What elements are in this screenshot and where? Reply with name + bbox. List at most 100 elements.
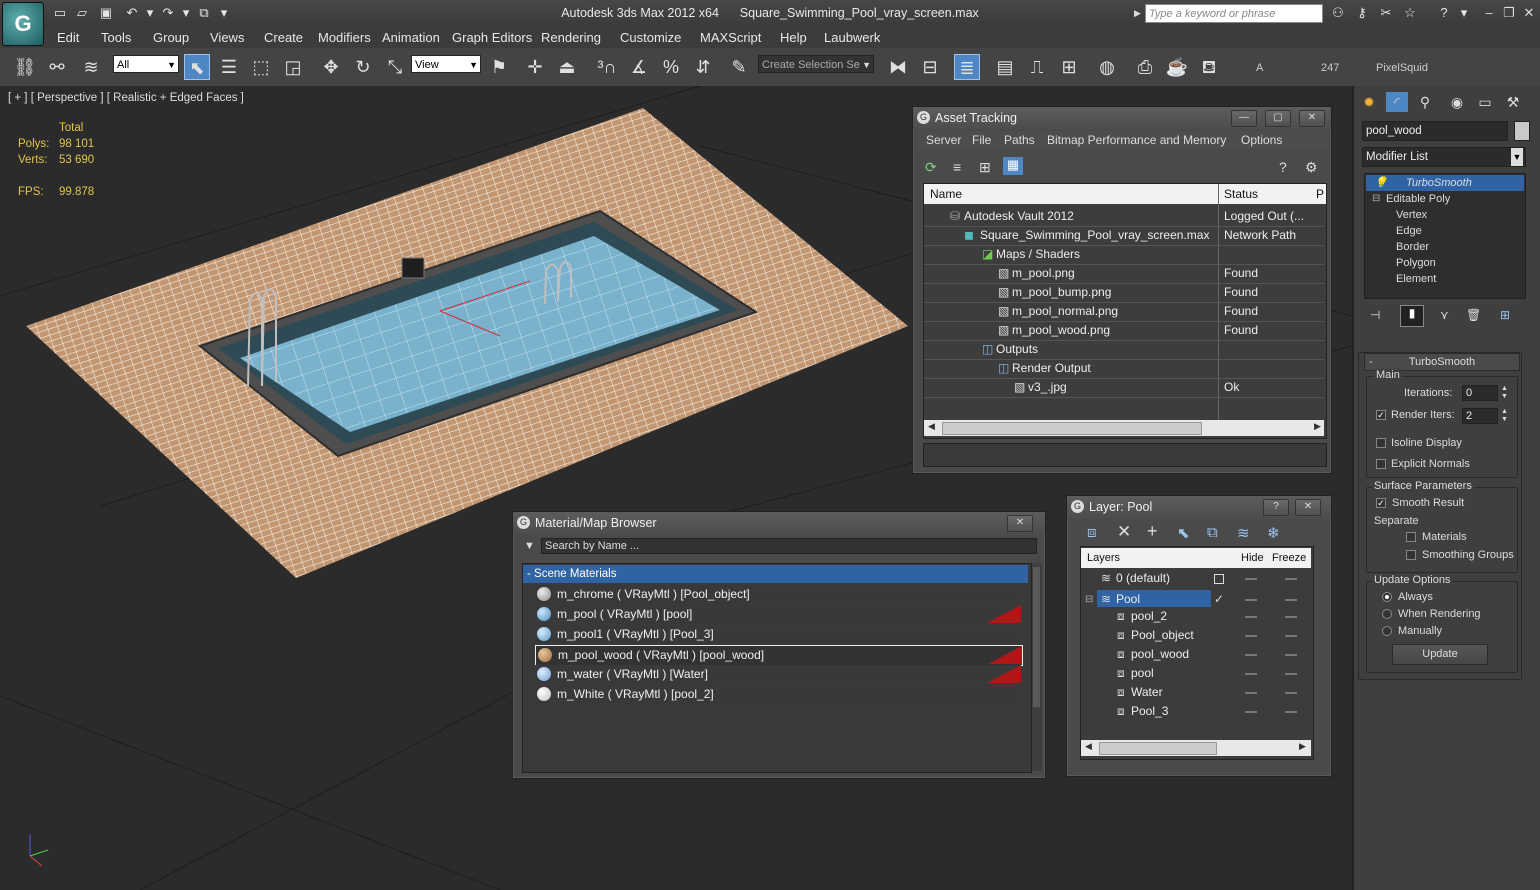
hide-toggle[interactable] <box>1245 635 1257 637</box>
hide-all-layers-icon[interactable]: ≋ <box>1237 524 1250 542</box>
menu-animation[interactable]: Animation <box>382 30 440 45</box>
scrollbar-thumb[interactable] <box>942 422 1202 435</box>
layer-horizontal-scrollbar[interactable]: ◀ ▶ <box>1081 740 1311 756</box>
separate-materials-checkbox[interactable] <box>1406 532 1416 542</box>
binoculars-icon[interactable]: ⚇ <box>1330 6 1346 20</box>
select-and-rotate-icon[interactable]: ↻ <box>350 54 376 80</box>
edit-named-selection-icon[interactable]: ✎ <box>726 54 752 80</box>
maximize-button[interactable]: ▢ <box>1265 110 1291 127</box>
asset-row[interactable]: ▧ m_pool_normal.png Found <box>924 302 1324 322</box>
spinner-arrows-icon[interactable]: ▲ ▼ <box>1501 385 1508 401</box>
material-editor-icon[interactable]: ◍ <box>1094 54 1120 80</box>
help-button[interactable]: ? <box>1263 499 1289 516</box>
layer-row[interactable]: ≋ 0 (default) <box>1083 569 1311 588</box>
add-to-layer-icon[interactable]: + <box>1147 521 1158 542</box>
menu-tools[interactable]: Tools <box>101 30 131 45</box>
undo-dropdown-icon[interactable]: ▾ <box>142 6 158 20</box>
collapse-icon[interactable]: ⊟ <box>1372 191 1380 207</box>
freeze-toggle[interactable] <box>1285 616 1297 618</box>
show-end-result-icon[interactable]: ▮ <box>1400 305 1424 327</box>
select-and-move-icon[interactable]: ✥ <box>318 54 344 80</box>
list-view-icon[interactable]: ≡ <box>953 159 961 175</box>
layer-row[interactable]: ⧈ pool_wood <box>1083 645 1311 664</box>
asset-path-field[interactable] <box>923 443 1327 467</box>
search-expand-icon[interactable]: ▶ <box>1134 8 1141 19</box>
delete-layer-icon[interactable]: ✕ <box>1117 522 1131 542</box>
schematic-view-icon[interactable]: ⊞ <box>1056 54 1082 80</box>
freeze-all-layers-icon[interactable]: ❄ <box>1267 524 1280 542</box>
snaps-toggle-icon[interactable]: ³∩ <box>594 54 620 80</box>
material-item[interactable]: m_pool1 ( VRayMtl ) [Pool_3] <box>535 625 1021 645</box>
menu-graph-editors[interactable]: Graph Editors <box>452 30 532 45</box>
spinner-arrows-icon[interactable]: ▲ ▼ <box>1501 408 1508 424</box>
refresh-icon[interactable]: ⟳ <box>925 159 937 176</box>
create-layer-icon[interactable]: ⧈ <box>1087 524 1097 541</box>
browser-options-icon[interactable]: ▼ <box>524 540 535 552</box>
asset-row[interactable]: ◫ Outputs <box>924 340 1324 360</box>
layer-row[interactable]: ⧈ Pool_object <box>1083 626 1311 645</box>
column-status[interactable]: Status <box>1224 184 1258 204</box>
freeze-toggle[interactable] <box>1285 711 1297 713</box>
column-hide[interactable]: Hide <box>1241 548 1264 568</box>
stack-item-border[interactable]: Border <box>1366 239 1524 255</box>
settings-icon[interactable]: ⚙ <box>1305 159 1318 176</box>
make-unique-icon[interactable]: ⋎ <box>1440 308 1449 322</box>
select-object-icon[interactable]: ⬉ <box>184 54 210 80</box>
menu-edit[interactable]: Edit <box>57 30 79 45</box>
curve-editor-icon[interactable]: ⎍ <box>1024 54 1050 80</box>
spinner-snap-icon[interactable]: ⇵ <box>690 54 716 80</box>
scroll-right-icon[interactable]: ▶ <box>1299 741 1306 752</box>
object-name-field[interactable]: pool_wood <box>1362 121 1508 141</box>
scroll-right-icon[interactable]: ▶ <box>1314 421 1321 432</box>
asset-row[interactable]: ⛁ Autodesk Vault 2012 Logged Out (... <box>924 207 1324 227</box>
unlink-icon[interactable]: ⚯ <box>44 54 70 80</box>
menu-server[interactable]: Server <box>926 133 961 147</box>
select-and-link-icon[interactable]: ⛓ <box>12 54 38 80</box>
freeze-toggle[interactable] <box>1285 692 1297 694</box>
close-button[interactable]: ✕ <box>1518 4 1540 22</box>
scroll-left-icon[interactable]: ◀ <box>928 421 935 432</box>
layer-row[interactable]: ⧈ Pool_3 <box>1083 702 1311 721</box>
pivot-center-icon[interactable]: ⚑ <box>486 54 512 80</box>
remove-modifier-icon[interactable]: 🗑 <box>1466 308 1481 322</box>
scene-materials-group[interactable]: - Scene Materials <box>523 565 1028 583</box>
hierarchy-tab-icon[interactable]: ⚲ <box>1414 92 1436 112</box>
stack-item-element[interactable]: Element <box>1366 271 1524 287</box>
menu-file[interactable]: File <box>972 133 991 147</box>
hide-toggle[interactable] <box>1245 711 1257 713</box>
hide-toggle[interactable] <box>1245 692 1257 694</box>
scroll-left-icon[interactable]: ◀ <box>1085 741 1092 752</box>
display-tab-icon[interactable]: ▭ <box>1474 92 1496 112</box>
bulb-icon[interactable]: 💡 <box>1374 175 1388 191</box>
redo-icon[interactable]: ↷ <box>160 6 176 20</box>
asset-row[interactable]: ▧ m_pool_wood.png Found <box>924 321 1324 341</box>
rendered-frame-window-icon[interactable]: ☕ <box>1164 54 1190 80</box>
viewport-label[interactable]: [ + ] [ Perspective ] [ Realistic + Edge… <box>8 92 244 104</box>
open-file-icon[interactable]: ▱ <box>74 6 90 20</box>
communication-center-icon[interactable]: ✂ <box>1378 6 1394 20</box>
menu-bitmap-performance[interactable]: Bitmap Performance and Memory <box>1047 133 1226 147</box>
menu-paths[interactable]: Paths <box>1004 133 1035 147</box>
utilities-tab-icon[interactable]: ⚒ <box>1502 92 1524 112</box>
asset-row[interactable]: ◪ Maps / Shaders <box>924 245 1324 265</box>
column-freeze[interactable]: Freeze <box>1272 548 1306 568</box>
menu-customize[interactable]: Customize <box>620 30 681 45</box>
redo-dropdown-icon[interactable]: ▾ <box>178 6 194 20</box>
stack-item-vertex[interactable]: Vertex <box>1366 207 1524 223</box>
iterations-spinner[interactable]: 0 <box>1462 385 1498 401</box>
quick-access-dropdown-icon[interactable]: ▾ <box>216 6 232 20</box>
new-file-icon[interactable]: ▭ <box>52 6 68 20</box>
maximize-button[interactable]: ❐ <box>1498 4 1520 22</box>
asset-tracking-window[interactable]: G Asset Tracking — ▢ ✕ Server File Paths… <box>912 106 1332 474</box>
project-folder-icon[interactable]: ⧉ <box>196 6 212 20</box>
asset-tracking-titlebar[interactable]: G Asset Tracking — ▢ ✕ <box>913 107 1331 129</box>
stack-item-edge[interactable]: Edge <box>1366 223 1524 239</box>
rectangular-selection-icon[interactable]: ⬚ <box>248 54 274 80</box>
column-name[interactable]: Name <box>930 184 962 204</box>
menu-create[interactable]: Create <box>264 30 303 45</box>
bind-space-warp-icon[interactable]: ≋ <box>78 54 104 80</box>
render-setup-icon[interactable]: ⎙ <box>1132 54 1158 80</box>
tree-view-icon[interactable]: ⊞ <box>979 159 991 176</box>
minimize-button[interactable]: — <box>1231 110 1257 127</box>
update-always-radio[interactable] <box>1382 592 1392 602</box>
